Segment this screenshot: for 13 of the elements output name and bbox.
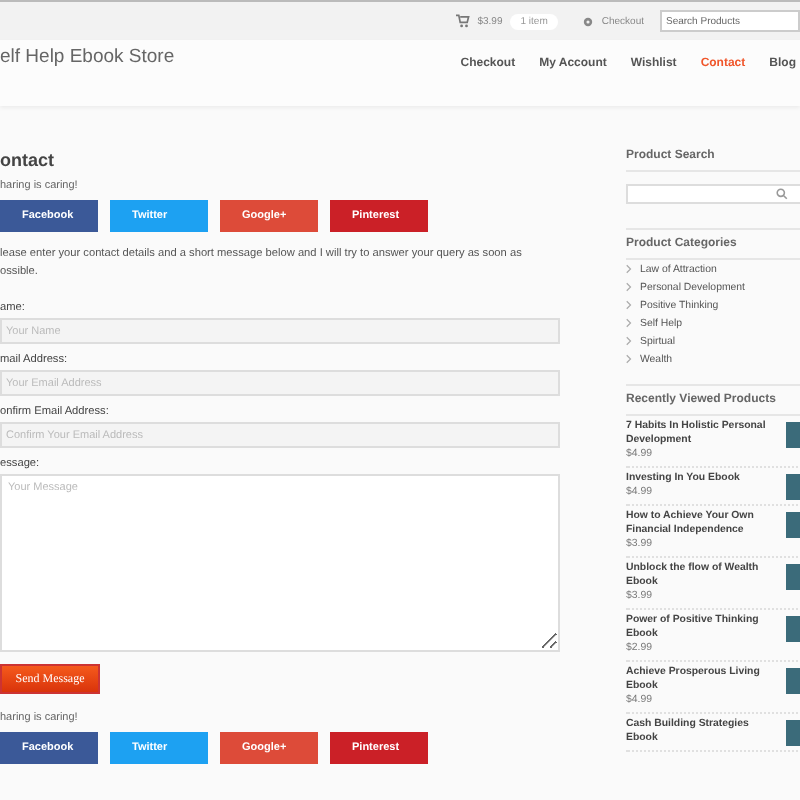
book-cover-placeholder[interactable]: [786, 422, 800, 448]
product-search-field[interactable]: [626, 184, 800, 204]
book-cover-placeholder[interactable]: [786, 668, 800, 694]
book-cover-placeholder[interactable]: [786, 474, 800, 500]
book-cover-placeholder[interactable]: [786, 616, 800, 642]
book-cover-placeholder[interactable]: [786, 720, 800, 746]
site-title[interactable]: elf Help Ebook Store: [0, 46, 175, 68]
page-heading: ontact: [0, 150, 56, 174]
search-icon[interactable]: [776, 188, 788, 200]
gear-icon: [581, 15, 594, 27]
book-cover-placeholder[interactable]: [786, 512, 800, 538]
cart-icon[interactable]: [455, 14, 470, 28]
book-cover-placeholder[interactable]: [786, 564, 800, 590]
